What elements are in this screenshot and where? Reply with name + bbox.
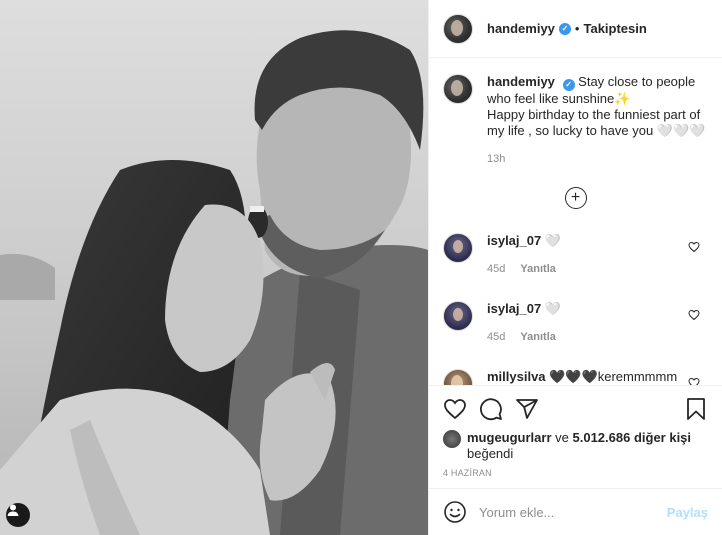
author-username[interactable]: handemiyy: [487, 21, 555, 36]
post-header: handemiyy ✓ • Takiptesin: [429, 0, 722, 58]
comment-age: 45d: [487, 331, 506, 343]
comment-like-heart-icon[interactable]: [688, 309, 700, 321]
user-tag-icon: [7, 504, 19, 516]
commenter-avatar[interactable]: [443, 233, 473, 263]
comment-icon[interactable]: [479, 397, 503, 421]
comment-item: isylaj_07 🤍 45d Yanıtla: [443, 301, 708, 345]
post-photo[interactable]: [0, 0, 428, 535]
follow-status-button[interactable]: Takiptesin: [583, 21, 646, 36]
separator-dot: •: [574, 21, 580, 36]
comment-item: millysilva 🖤🖤🖤keremmmmm🖤🖤: [443, 369, 708, 385]
comment-input[interactable]: [479, 504, 667, 520]
comment-age: 45d: [487, 263, 506, 275]
post-actions: mugeugurlarr ve 5.012.686 diğer kişi beğ…: [429, 385, 722, 488]
liker-avatar: [443, 430, 461, 448]
emoji-icon[interactable]: [443, 500, 467, 524]
caption-avatar[interactable]: [443, 74, 473, 104]
couple-photo-illustration: [0, 0, 428, 535]
caption-text-line2: Happy birthday to the funniest part of m…: [487, 107, 706, 138]
share-icon[interactable]: [515, 397, 539, 421]
likes-count[interactable]: 5.012.686 diğer kişi: [573, 430, 692, 445]
bookmark-icon[interactable]: [684, 397, 708, 421]
comment-text: 🤍: [544, 301, 562, 316]
post-date: 4 HAZİRAN: [443, 468, 492, 478]
reply-button[interactable]: Yanıtla: [520, 331, 555, 343]
commenter-avatar[interactable]: [443, 369, 473, 385]
reply-button[interactable]: Yanıtla: [520, 263, 555, 275]
verified-badge-icon: ✓: [562, 79, 575, 91]
caption: handemiyy ✓ Stay close to people who fee…: [443, 74, 708, 167]
comment-item: isylaj_07 🤍 45d Yanıtla: [443, 233, 708, 277]
verified-badge-icon: ✓: [558, 22, 571, 35]
likes-summary[interactable]: mugeugurlarr ve 5.012.686 diğer kişi beğ…: [443, 430, 708, 462]
commenter-username[interactable]: millysilva: [487, 369, 546, 384]
comment-like-heart-icon[interactable]: [688, 241, 700, 253]
commenter-avatar[interactable]: [443, 301, 473, 331]
first-liker-username[interactable]: mugeugurlarr: [467, 430, 552, 445]
post-side-panel: handemiyy ✓ • Takiptesin handemiyy ✓ Sta…: [428, 0, 722, 535]
comments-list[interactable]: handemiyy ✓ Stay close to people who fee…: [429, 58, 722, 385]
author-avatar[interactable]: [443, 13, 473, 44]
comment-like-heart-icon[interactable]: [688, 377, 700, 385]
post-comment-button[interactable]: Paylaş: [667, 505, 708, 520]
likes-suffix: beğendi: [467, 446, 514, 461]
add-comment-bar: Paylaş: [429, 488, 722, 535]
likes-connector: ve: [555, 430, 569, 445]
load-more-comments-button[interactable]: +: [564, 187, 587, 209]
commenter-username[interactable]: isylaj_07: [487, 301, 541, 316]
caption-timestamp: 13h: [487, 153, 506, 165]
plus-circle-icon: +: [570, 189, 581, 206]
comment-text: 🤍: [544, 233, 562, 248]
caption-username[interactable]: handemiyy: [487, 74, 555, 89]
commenter-username[interactable]: isylaj_07: [487, 233, 541, 248]
user-tag-button[interactable]: [6, 503, 30, 527]
heart-icon[interactable]: [443, 397, 467, 421]
